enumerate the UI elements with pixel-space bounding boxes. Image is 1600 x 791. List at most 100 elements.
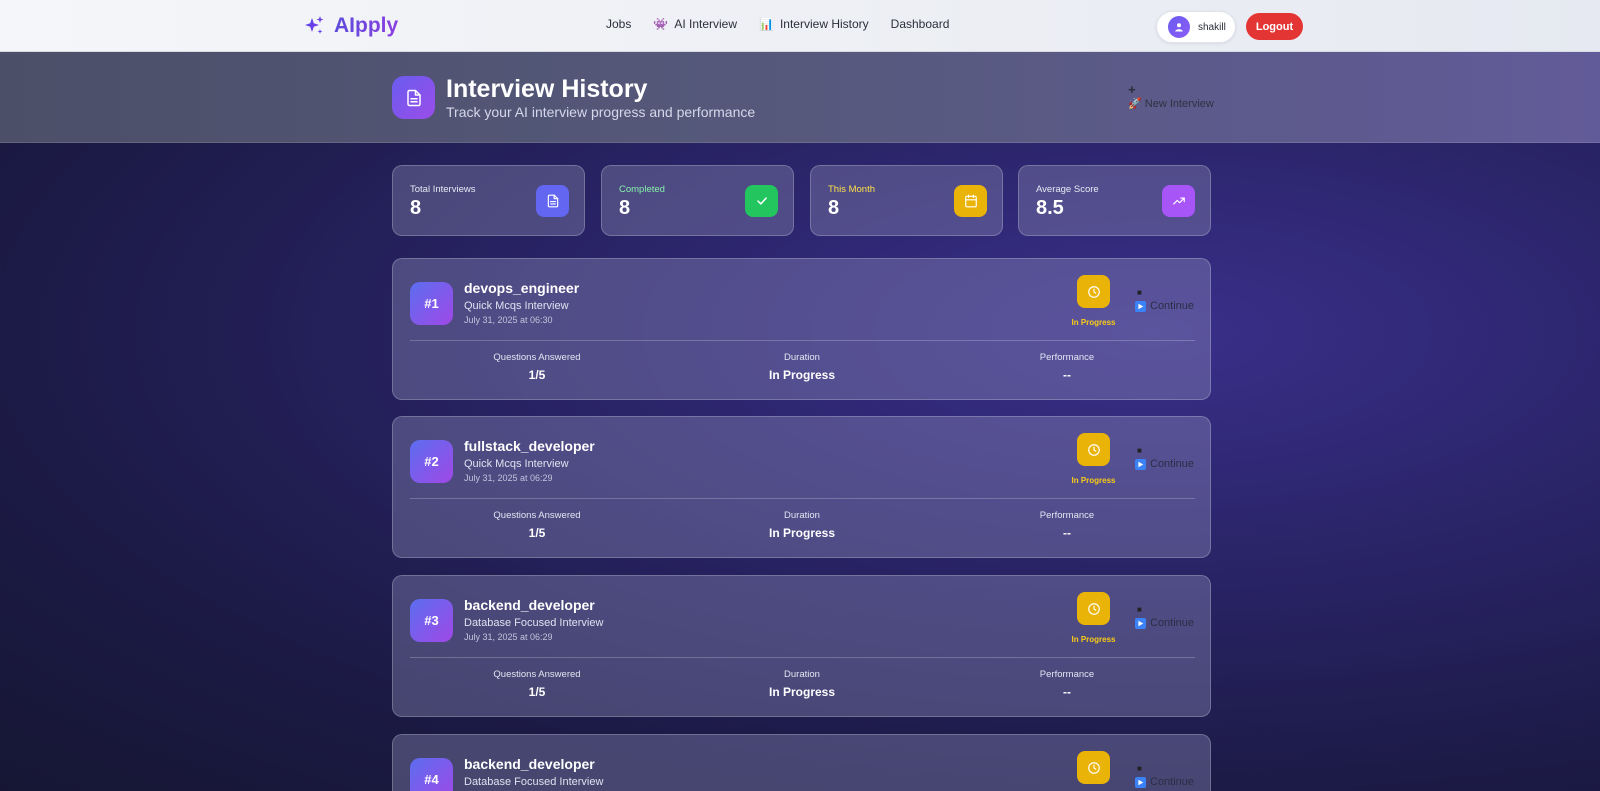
document-icon bbox=[392, 76, 435, 119]
continue-marker: ■ bbox=[1137, 288, 1142, 297]
metric-value: 1/5 bbox=[528, 685, 546, 699]
metric-value: 1/5 bbox=[528, 368, 546, 382]
interview-role: backend_developer bbox=[464, 756, 595, 772]
interview-card: #4 backend_developer Database Focused In… bbox=[392, 734, 1211, 791]
stat-card-this-month: This Month 8 bbox=[810, 165, 1003, 236]
stat-card-average-score: Average Score 8.5 bbox=[1018, 165, 1211, 236]
interview-type: Database Focused Interview bbox=[464, 617, 604, 629]
page-header: Interview History Track your AI intervie… bbox=[0, 52, 1600, 143]
brand-name: AIpply bbox=[334, 14, 399, 37]
metric-label: Questions Answered bbox=[493, 510, 581, 521]
nav-link-label: Interview History bbox=[779, 17, 869, 31]
interview-date: July 31, 2025 at 06:29 bbox=[464, 473, 553, 483]
nav-link-interview-history[interactable]: 📊 Interview History bbox=[759, 17, 869, 31]
continue-button[interactable]: ■ Continue bbox=[1135, 288, 1197, 316]
logout-button[interactable]: Logout bbox=[1246, 13, 1303, 40]
nav-link-label: Jobs bbox=[606, 17, 632, 31]
interview-type: Quick Mcqs Interview bbox=[464, 300, 569, 312]
stat-label: Total Interviews bbox=[410, 184, 476, 195]
stat-value: 8.5 bbox=[1036, 197, 1064, 219]
metric-questions: Questions Answered 1/5 bbox=[437, 669, 637, 699]
play-icon bbox=[1135, 301, 1146, 312]
stat-value: 8 bbox=[619, 197, 631, 219]
metric-questions: Questions Answered 1/5 bbox=[437, 510, 637, 540]
clock-icon bbox=[1077, 751, 1110, 784]
continue-label: Continue bbox=[1150, 617, 1195, 629]
interview-role: fullstack_developer bbox=[464, 438, 595, 454]
interview-number-badge: #3 bbox=[410, 599, 453, 642]
metric-performance: Performance -- bbox=[967, 352, 1167, 382]
continue-label: Continue bbox=[1150, 458, 1195, 470]
interview-type: Database Focused Interview bbox=[464, 776, 604, 788]
card-divider bbox=[410, 498, 1195, 499]
nav-links: Jobs 👾 AI Interview 📊 Interview History Da… bbox=[606, 17, 949, 31]
document-icon bbox=[536, 185, 569, 217]
continue-label: Continue bbox=[1150, 776, 1195, 788]
check-icon bbox=[745, 185, 778, 217]
avatar bbox=[1168, 16, 1190, 38]
continue-button[interactable]: ■ Continue bbox=[1135, 446, 1197, 474]
continue-marker: ■ bbox=[1137, 446, 1142, 455]
interview-role: devops_engineer bbox=[464, 280, 580, 296]
new-interview-button[interactable]: + 🚀 New Interview bbox=[1128, 82, 1224, 114]
metric-label: Questions Answered bbox=[493, 669, 581, 680]
interview-number-badge: #2 bbox=[410, 440, 453, 483]
stat-label: Completed bbox=[619, 184, 665, 195]
metric-duration: Duration In Progress bbox=[702, 669, 902, 699]
play-icon bbox=[1135, 459, 1146, 470]
metric-value: 1/5 bbox=[528, 526, 546, 540]
interview-type: Quick Mcqs Interview bbox=[464, 458, 569, 470]
interview-date: July 31, 2025 at 06:29 bbox=[464, 632, 553, 642]
interview-number-badge: #1 bbox=[410, 282, 453, 325]
stat-value: 8 bbox=[410, 197, 422, 219]
metric-label: Performance bbox=[1039, 669, 1095, 680]
status-label: In Progress bbox=[1071, 635, 1116, 644]
clock-icon bbox=[1077, 275, 1110, 308]
bar-chart-icon: 📊 bbox=[759, 17, 774, 31]
status-label: In Progress bbox=[1071, 318, 1116, 327]
brand-logo[interactable]: AIpply bbox=[302, 14, 398, 38]
stat-label: This Month bbox=[828, 184, 875, 195]
sparkles-icon bbox=[305, 16, 324, 34]
interview-card: #1 devops_engineer Quick Mcqs Interview … bbox=[392, 258, 1211, 400]
card-divider bbox=[410, 657, 1195, 658]
metric-label: Performance bbox=[1039, 352, 1095, 363]
page-subtitle: Track your AI interview progress and per… bbox=[446, 104, 756, 120]
metric-label: Duration bbox=[784, 669, 820, 680]
nav-link-ai-interview[interactable]: 👾 AI Interview bbox=[653, 17, 737, 31]
clock-icon bbox=[1077, 433, 1110, 466]
continue-label: Continue bbox=[1150, 300, 1195, 312]
continue-button[interactable]: ■ Continue bbox=[1135, 764, 1197, 791]
interview-card: #2 fullstack_developer Quick Mcqs Interv… bbox=[392, 416, 1211, 558]
continue-button[interactable]: ■ Continue bbox=[1135, 605, 1197, 633]
play-icon bbox=[1135, 618, 1146, 629]
clock-icon bbox=[1077, 592, 1110, 625]
metric-label: Performance bbox=[1039, 510, 1095, 521]
continue-marker: ■ bbox=[1137, 605, 1142, 614]
interview-role: backend_developer bbox=[464, 597, 595, 613]
metric-label: Questions Answered bbox=[493, 352, 581, 363]
metric-value: In Progress bbox=[768, 526, 836, 540]
metric-duration: Duration In Progress bbox=[702, 510, 902, 540]
plus-icon: + bbox=[1128, 82, 1136, 97]
stat-card-completed: Completed 8 bbox=[601, 165, 794, 236]
status-label: In Progress bbox=[1071, 476, 1116, 485]
nav-link-jobs[interactable]: Jobs bbox=[606, 17, 631, 31]
nav-link-dashboard[interactable]: Dashboard bbox=[891, 17, 950, 31]
metric-value: In Progress bbox=[768, 368, 836, 382]
trending-up-icon bbox=[1162, 185, 1195, 217]
metric-duration: Duration In Progress bbox=[702, 352, 902, 382]
alien-monster-icon: 👾 bbox=[653, 17, 669, 31]
nav-link-label: Dashboard bbox=[890, 17, 950, 31]
metric-value: -- bbox=[1063, 685, 1071, 699]
metric-performance: Performance -- bbox=[967, 510, 1167, 540]
user-name: shakill bbox=[1198, 21, 1226, 33]
interview-card: #3 backend_developer Database Focused In… bbox=[392, 575, 1211, 717]
page-title: Interview History bbox=[446, 75, 648, 103]
metric-value: -- bbox=[1063, 526, 1071, 540]
user-menu[interactable]: shakill bbox=[1156, 11, 1236, 43]
continue-marker: ■ bbox=[1137, 764, 1142, 773]
user-icon bbox=[1175, 23, 1183, 32]
new-interview-label: 🚀 New Interview bbox=[1128, 98, 1214, 110]
metric-value: In Progress bbox=[768, 685, 836, 699]
